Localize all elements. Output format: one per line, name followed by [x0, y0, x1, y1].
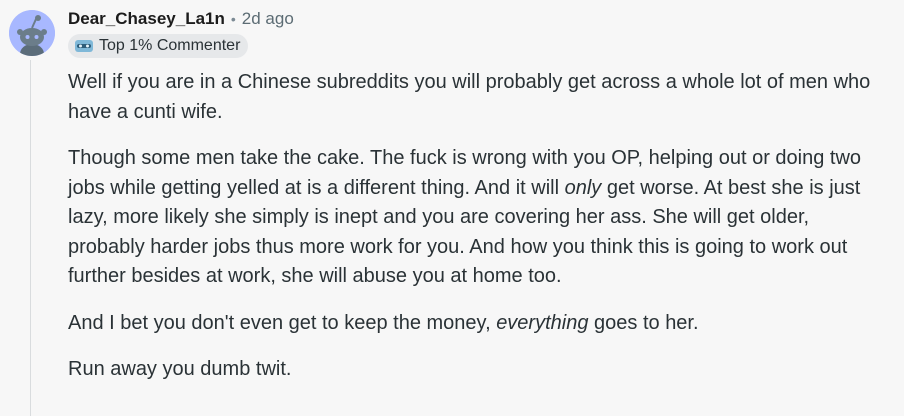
paragraph-3-text-a: And I bet you don't even get to keep the…	[68, 311, 497, 334]
thread-line[interactable]	[30, 60, 31, 416]
comment-body: Well if you are in a Chinese subreddits …	[68, 68, 888, 402]
avatar[interactable]	[9, 10, 55, 56]
paragraph-3-emphasis: everything	[496, 311, 589, 334]
paragraph-2-emphasis: only	[564, 176, 602, 199]
timestamp[interactable]: 2d ago	[242, 9, 294, 29]
paragraph-1-text: Well if you are in a Chinese subreddits …	[68, 71, 871, 123]
comment-paragraph-3: And I bet you don't even get to keep the…	[68, 309, 888, 339]
comment-paragraph-1: Well if you are in a Chinese subreddits …	[68, 68, 888, 127]
user-flair[interactable]: Top 1% Commenter	[68, 34, 249, 58]
snoo-avatar-icon	[9, 10, 55, 56]
top-commenter-badge-icon	[74, 39, 94, 53]
comment-paragraph-2: Though some men take the cake. The fuck …	[68, 144, 888, 292]
comment-meta: Dear_Chasey_La1n • 2d ago	[68, 8, 294, 30]
username-link[interactable]: Dear_Chasey_La1n	[68, 9, 225, 29]
flair-label: Top 1% Commenter	[99, 37, 241, 54]
paragraph-4-text: Run away you dumb twit.	[68, 358, 292, 380]
comment-paragraph-4: Run away you dumb twit.	[68, 355, 888, 385]
paragraph-3-text-b: goes to her.	[588, 311, 699, 334]
meta-separator: •	[230, 11, 236, 27]
